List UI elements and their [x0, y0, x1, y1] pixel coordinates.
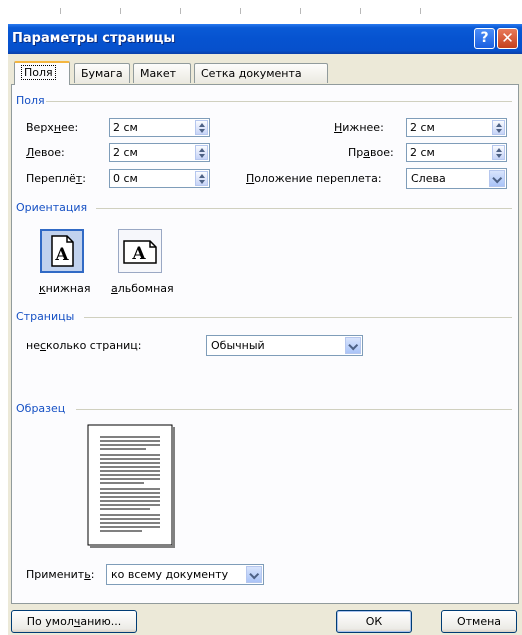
chevron-down-icon[interactable]	[489, 170, 505, 187]
section-title-margins: Поля	[16, 94, 45, 107]
spin-arrows-icon[interactable]	[195, 120, 208, 135]
section-divider	[76, 409, 512, 410]
top-margin-spinner[interactable]: 2 см	[109, 118, 210, 137]
section-divider	[46, 101, 512, 102]
left-margin-label: Левое:	[26, 146, 65, 159]
ruler-tick	[300, 8, 301, 14]
spin-arrows-icon[interactable]	[195, 145, 208, 160]
ruler-tick	[60, 8, 61, 14]
right-margin-spinner[interactable]: 2 см	[406, 143, 507, 162]
dialog-title: Параметры страницы	[12, 31, 176, 46]
top-margin-label: Верхнее:	[26, 121, 79, 134]
ruler-tick	[180, 8, 181, 14]
section-title-preview: Образец	[16, 402, 66, 415]
multiple-pages-value: Обычный	[211, 339, 265, 352]
gutter-label: Переплёт:	[26, 172, 86, 185]
document-ruler-strip	[0, 0, 522, 24]
landscape-option[interactable]: A	[118, 229, 162, 273]
right-margin-label: Правое:	[348, 146, 394, 159]
portrait-label[interactable]: книжная	[39, 282, 90, 295]
bottom-margin-value: 2 см	[410, 121, 435, 134]
section-title-pages: Страницы	[16, 310, 75, 323]
close-button[interactable]: ✕	[497, 28, 518, 49]
gutter-spinner[interactable]: 0 см	[109, 169, 210, 188]
apply-to-label: Применить:	[26, 568, 95, 581]
ok-button[interactable]: ОК	[336, 610, 412, 633]
apply-to-value: ко всему документу	[111, 568, 229, 581]
left-margin-spinner[interactable]: 2 см	[109, 143, 210, 162]
multiple-pages-select[interactable]: Обычный	[206, 335, 363, 356]
section-divider	[84, 317, 512, 318]
gutter-position-value: Слева	[411, 172, 446, 185]
help-icon: ?	[480, 30, 489, 46]
ruler-tick	[120, 8, 121, 14]
cancel-button[interactable]: Отмена	[441, 610, 517, 633]
portrait-option[interactable]: A	[40, 229, 84, 273]
tab-paper[interactable]: Бумага	[74, 63, 130, 83]
right-margin-value: 2 см	[410, 146, 435, 159]
tab-label: Бумага	[81, 67, 123, 80]
title-bar[interactable]: Параметры страницы ? ✕	[8, 24, 522, 54]
spin-arrows-icon[interactable]	[492, 120, 505, 135]
top-margin-value: 2 см	[113, 121, 138, 134]
apply-to-select[interactable]: ко всему документу	[106, 564, 264, 585]
svg-text:A: A	[54, 245, 69, 265]
help-button[interactable]: ?	[474, 28, 495, 49]
chevron-down-icon[interactable]	[345, 337, 361, 354]
ruler-tick	[360, 8, 361, 14]
bottom-margin-label: Нижнее:	[334, 121, 384, 134]
chevron-down-icon[interactable]	[246, 566, 262, 583]
spin-arrows-icon[interactable]	[195, 171, 208, 186]
portrait-page-icon: A	[51, 235, 74, 267]
gutter-value: 0 см	[113, 172, 138, 185]
gutter-position-select[interactable]: Слева	[406, 168, 507, 189]
multiple-pages-label: несколько страниц:	[26, 339, 142, 352]
default-button[interactable]: По умолчанию...	[11, 610, 137, 633]
left-margin-value: 2 см	[113, 146, 138, 159]
close-icon: ✕	[501, 29, 514, 47]
tab-margins[interactable]: Поля	[14, 61, 70, 85]
landscape-page-icon: A	[123, 240, 157, 264]
tab-label: Поля	[21, 65, 56, 80]
spin-arrows-icon[interactable]	[492, 145, 505, 160]
tab-label: Макет	[140, 67, 177, 80]
bottom-margin-spinner[interactable]: 2 см	[406, 118, 507, 137]
tab-panel-margins: Поля Верхнее: 2 см Нижнее: 2 см Левое: 2…	[11, 84, 519, 604]
tab-document-grid[interactable]: Сетка документа	[194, 63, 328, 83]
section-divider	[96, 208, 512, 209]
ruler-tick	[420, 8, 421, 14]
tab-label: Сетка документа	[201, 67, 302, 80]
page-setup-dialog: Параметры страницы ? ✕ Поля Бумага Макет…	[8, 24, 522, 635]
tab-layout[interactable]: Макет	[133, 63, 191, 83]
svg-text:A: A	[131, 244, 146, 264]
page-preview	[87, 424, 175, 548]
ruler-tick	[240, 8, 241, 14]
section-title-orientation: Ориентация	[16, 201, 88, 214]
landscape-label[interactable]: альбомная	[111, 282, 174, 295]
gutter-position-label: Положение переплета:	[246, 172, 382, 185]
